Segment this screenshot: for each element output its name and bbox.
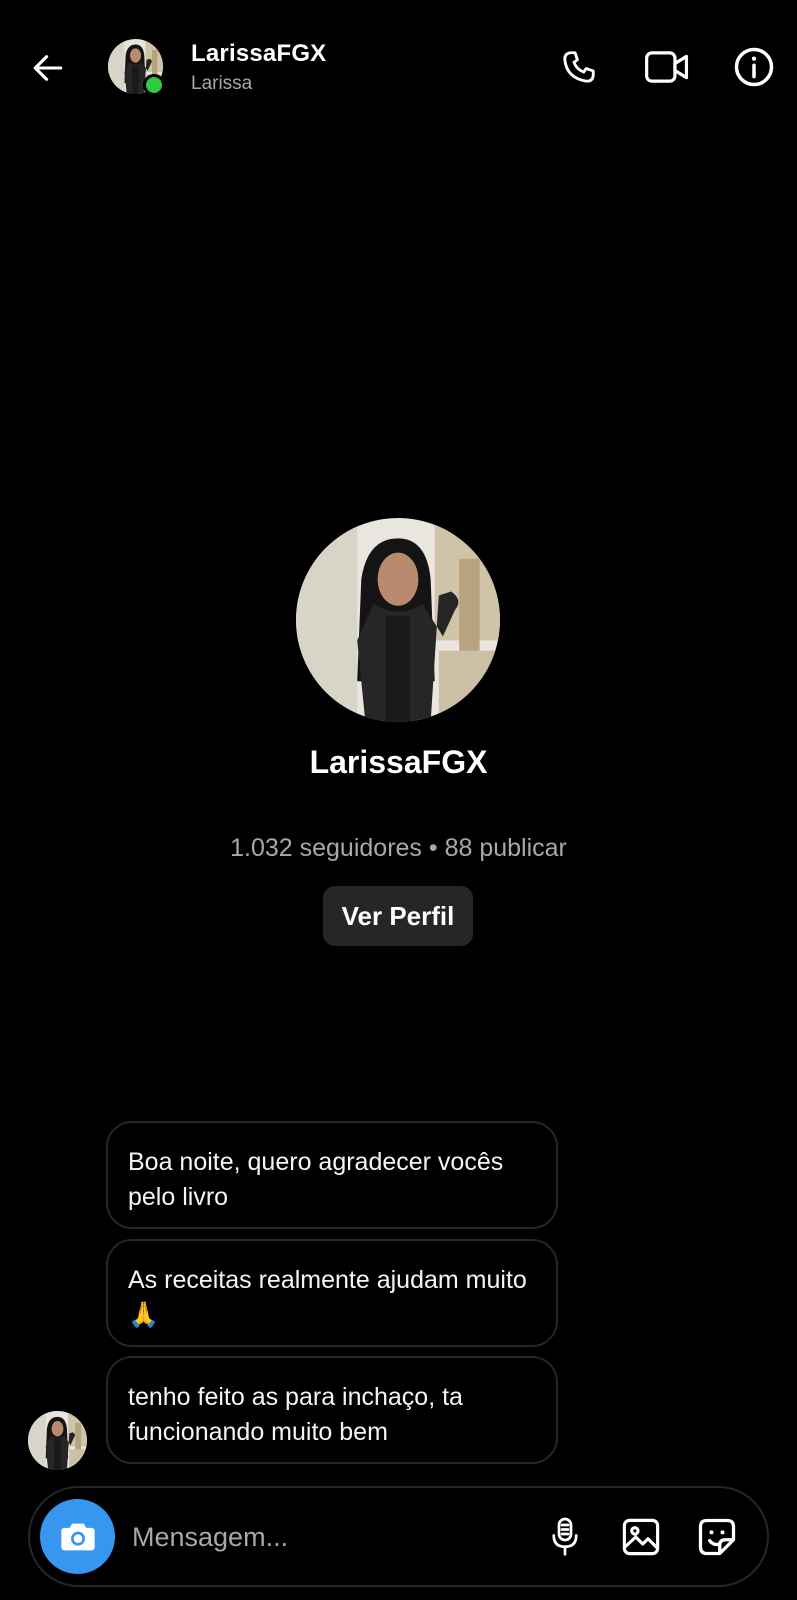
sticker-button[interactable]: [692, 1512, 742, 1562]
sticker-icon: [698, 1518, 736, 1556]
sender-avatar[interactable]: [28, 1411, 87, 1470]
profile-avatar[interactable]: [296, 518, 500, 722]
gallery-button[interactable]: [616, 1512, 666, 1562]
info-icon: [734, 47, 774, 87]
message-bubble[interactable]: As receitas realmente ajudam muito 🙏: [106, 1239, 558, 1347]
message-input[interactable]: [132, 1513, 512, 1561]
back-arrow-icon: [33, 55, 63, 81]
camera-button[interactable]: [40, 1499, 115, 1574]
message-bubble[interactable]: tenho feito as para inchaço, ta funciona…: [106, 1356, 558, 1464]
video-camera-icon: [645, 51, 689, 83]
back-button[interactable]: [24, 44, 72, 92]
camera-icon: [60, 1523, 95, 1550]
header-username[interactable]: LarissaFGX: [191, 40, 326, 68]
voice-call-button[interactable]: [556, 44, 602, 90]
voice-message-button[interactable]: [540, 1512, 590, 1562]
microphone-icon: [552, 1517, 578, 1556]
profile-username: LarissaFGX: [309, 744, 488, 780]
phone-icon: [563, 51, 595, 83]
chat-header: LarissaFGX Larissa: [0, 0, 797, 135]
view-profile-button[interactable]: Ver Perfil: [323, 886, 473, 946]
header-display-name: Larissa: [191, 73, 253, 94]
online-status-indicator: [143, 74, 165, 96]
message-bubble[interactable]: Boa noite, quero agradecer vocês pelo li…: [106, 1121, 558, 1229]
conversation-info-button[interactable]: [731, 44, 777, 90]
profile-stats: 1.032 seguidores • 88 publicar: [230, 834, 567, 862]
video-call-button[interactable]: [644, 44, 690, 90]
gallery-icon: [622, 1518, 660, 1556]
